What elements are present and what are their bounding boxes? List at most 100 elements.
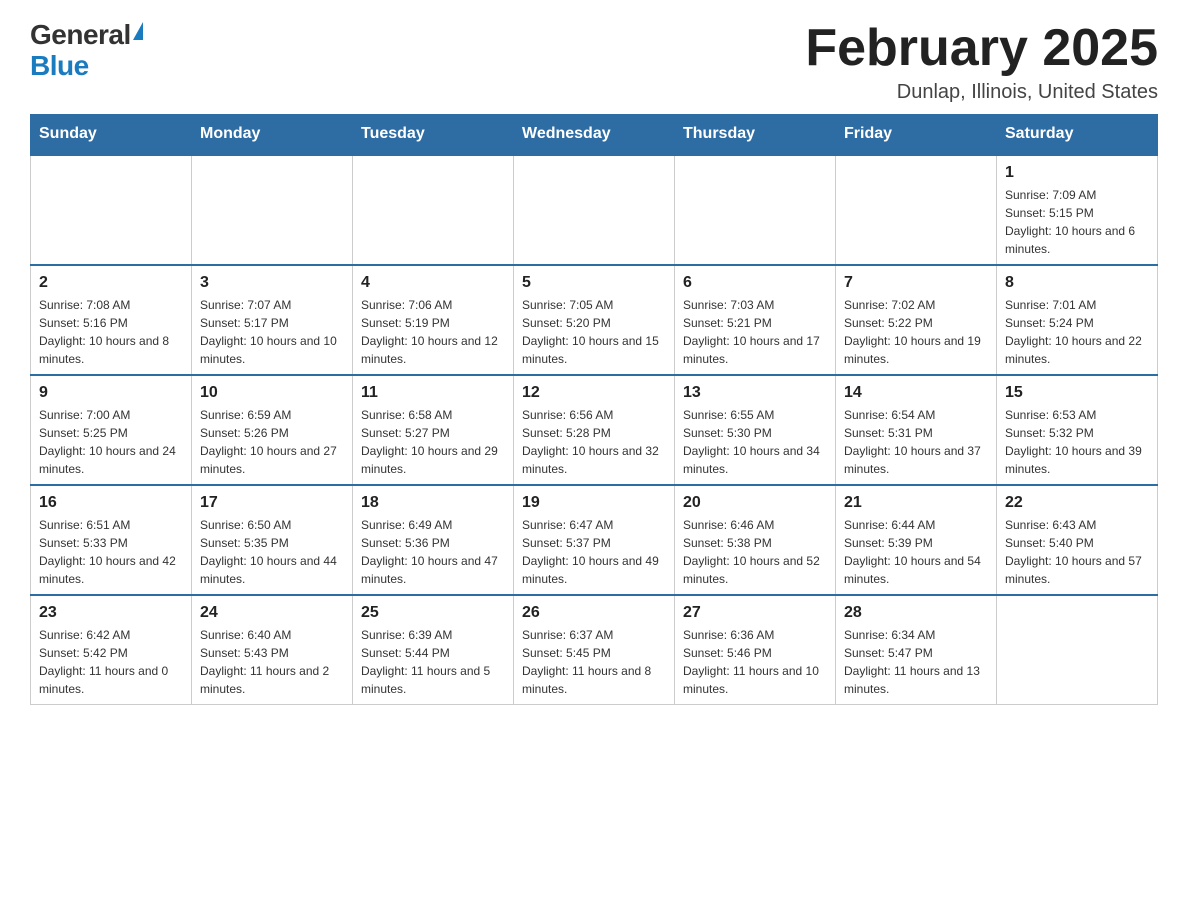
calendar-cell: 10 Sunrise: 6:59 AM Sunset: 5:26 PM Dayli… xyxy=(192,375,353,485)
day-number: 5 xyxy=(522,274,666,292)
calendar-cell xyxy=(353,155,514,266)
calendar-cell: 23Sunrise: 6:42 AM Sunset: 5:42 PM Dayli… xyxy=(31,595,192,705)
day-number: 14 xyxy=(844,384,988,402)
calendar-week-row: 16 Sunrise: 6:51 AM Sunset: 5:33 PM Dayli… xyxy=(31,485,1158,595)
day-info: Sunrise: 6:56 AM Sunset: 5:28 PM Dayligh… xyxy=(522,406,666,478)
day-number: 22 xyxy=(1005,494,1149,512)
calendar-cell: 27 Sunrise: 6:36 AM Sunset: 5:46 PM Dayli… xyxy=(675,595,836,705)
day-info: Sunrise: 6:55 AM Sunset: 5:30 PM Dayligh… xyxy=(683,406,827,478)
day-info: Sunrise: 7:06 AM Sunset: 5:19 PM Dayligh… xyxy=(361,296,505,368)
day-number: 8 xyxy=(1005,274,1149,292)
calendar-cell: 14 Sunrise: 6:54 AM Sunset: 5:31 PM Dayli… xyxy=(836,375,997,485)
calendar-table: SundayMondayTuesdayWednesdayThursdayFrid… xyxy=(30,114,1158,705)
day-info: Sunrise: 6:59 AM Sunset: 5:26 PM Dayligh… xyxy=(200,406,344,478)
calendar-cell xyxy=(997,595,1158,705)
calendar-week-row: 9 Sunrise: 7:00 AM Sunset: 5:25 PM Daylig… xyxy=(31,375,1158,485)
calendar-cell xyxy=(192,155,353,266)
day-number: 26 xyxy=(522,604,666,622)
calendar-cell: 24 Sunrise: 6:40 AM Sunset: 5:43 PM Dayli… xyxy=(192,595,353,705)
day-number: 3 xyxy=(200,274,344,292)
calendar-cell xyxy=(31,155,192,266)
calendar-cell: 15Sunrise: 6:53 AM Sunset: 5:32 PM Dayli… xyxy=(997,375,1158,485)
day-info: Sunrise: 6:39 AM Sunset: 5:44 PM Dayligh… xyxy=(361,626,505,698)
calendar-cell: 12Sunrise: 6:56 AM Sunset: 5:28 PM Dayli… xyxy=(514,375,675,485)
day-info: Sunrise: 6:37 AM Sunset: 5:45 PM Dayligh… xyxy=(522,626,666,698)
calendar-week-row: 1Sunrise: 7:09 AM Sunset: 5:15 PM Daylig… xyxy=(31,155,1158,266)
day-info: Sunrise: 6:36 AM Sunset: 5:46 PM Dayligh… xyxy=(683,626,827,698)
calendar-cell: 8 Sunrise: 7:01 AM Sunset: 5:24 PM Daylig… xyxy=(997,265,1158,375)
calendar-cell: 5 Sunrise: 7:05 AM Sunset: 5:20 PM Daylig… xyxy=(514,265,675,375)
day-info: Sunrise: 6:51 AM Sunset: 5:33 PM Dayligh… xyxy=(39,516,183,588)
day-info: Sunrise: 6:53 AM Sunset: 5:32 PM Dayligh… xyxy=(1005,406,1149,478)
day-info: Sunrise: 7:01 AM Sunset: 5:24 PM Dayligh… xyxy=(1005,296,1149,368)
day-info: Sunrise: 7:05 AM Sunset: 5:20 PM Dayligh… xyxy=(522,296,666,368)
calendar-header-monday: Monday xyxy=(192,115,353,155)
day-info: Sunrise: 6:34 AM Sunset: 5:47 PM Dayligh… xyxy=(844,626,988,698)
logo-blue-text: Blue xyxy=(30,51,89,82)
day-number: 6 xyxy=(683,274,827,292)
calendar-cell: 28 Sunrise: 6:34 AM Sunset: 5:47 PM Dayli… xyxy=(836,595,997,705)
calendar-header-friday: Friday xyxy=(836,115,997,155)
day-info: Sunrise: 7:00 AM Sunset: 5:25 PM Dayligh… xyxy=(39,406,183,478)
day-number: 19 xyxy=(522,494,666,512)
calendar-cell xyxy=(675,155,836,266)
day-info: Sunrise: 6:49 AM Sunset: 5:36 PM Dayligh… xyxy=(361,516,505,588)
day-info: Sunrise: 6:40 AM Sunset: 5:43 PM Dayligh… xyxy=(200,626,344,698)
day-info: Sunrise: 6:44 AM Sunset: 5:39 PM Dayligh… xyxy=(844,516,988,588)
day-info: Sunrise: 6:47 AM Sunset: 5:37 PM Dayligh… xyxy=(522,516,666,588)
day-info: Sunrise: 6:46 AM Sunset: 5:38 PM Dayligh… xyxy=(683,516,827,588)
calendar-week-row: 23Sunrise: 6:42 AM Sunset: 5:42 PM Dayli… xyxy=(31,595,1158,705)
day-number: 21 xyxy=(844,494,988,512)
logo-triangle-icon xyxy=(133,22,143,40)
calendar-header-row: SundayMondayTuesdayWednesdayThursdayFrid… xyxy=(31,115,1158,155)
calendar-cell: 20 Sunrise: 6:46 AM Sunset: 5:38 PM Dayli… xyxy=(675,485,836,595)
day-number: 27 xyxy=(683,604,827,622)
calendar-header-thursday: Thursday xyxy=(675,115,836,155)
day-number: 18 xyxy=(361,494,505,512)
calendar-cell: 17Sunrise: 6:50 AM Sunset: 5:35 PM Dayli… xyxy=(192,485,353,595)
calendar-cell: 6 Sunrise: 7:03 AM Sunset: 5:21 PM Daylig… xyxy=(675,265,836,375)
calendar-week-row: 2 Sunrise: 7:08 AM Sunset: 5:16 PM Daylig… xyxy=(31,265,1158,375)
calendar-cell: 18 Sunrise: 6:49 AM Sunset: 5:36 PM Dayli… xyxy=(353,485,514,595)
day-info: Sunrise: 6:54 AM Sunset: 5:31 PM Dayligh… xyxy=(844,406,988,478)
calendar-header-tuesday: Tuesday xyxy=(353,115,514,155)
calendar-cell: 7 Sunrise: 7:02 AM Sunset: 5:22 PM Daylig… xyxy=(836,265,997,375)
day-number: 13 xyxy=(683,384,827,402)
calendar-cell: 26 Sunrise: 6:37 AM Sunset: 5:45 PM Dayli… xyxy=(514,595,675,705)
month-title: February 2025 xyxy=(805,20,1158,77)
day-number: 4 xyxy=(361,274,505,292)
calendar-cell: 22 Sunrise: 6:43 AM Sunset: 5:40 PM Dayli… xyxy=(997,485,1158,595)
day-info: Sunrise: 7:03 AM Sunset: 5:21 PM Dayligh… xyxy=(683,296,827,368)
day-number: 20 xyxy=(683,494,827,512)
calendar-cell: 3 Sunrise: 7:07 AM Sunset: 5:17 PM Daylig… xyxy=(192,265,353,375)
calendar-cell: 11 Sunrise: 6:58 AM Sunset: 5:27 PM Dayli… xyxy=(353,375,514,485)
day-info: Sunrise: 7:09 AM Sunset: 5:15 PM Dayligh… xyxy=(1005,186,1149,258)
logo-general-text: General xyxy=(30,20,131,51)
day-number: 16 xyxy=(39,494,183,512)
calendar-cell: 4 Sunrise: 7:06 AM Sunset: 5:19 PM Daylig… xyxy=(353,265,514,375)
calendar-header-saturday: Saturday xyxy=(997,115,1158,155)
day-info: Sunrise: 7:08 AM Sunset: 5:16 PM Dayligh… xyxy=(39,296,183,368)
calendar-cell: 2 Sunrise: 7:08 AM Sunset: 5:16 PM Daylig… xyxy=(31,265,192,375)
day-number: 11 xyxy=(361,384,505,402)
day-info: Sunrise: 7:02 AM Sunset: 5:22 PM Dayligh… xyxy=(844,296,988,368)
day-info: Sunrise: 6:58 AM Sunset: 5:27 PM Dayligh… xyxy=(361,406,505,478)
day-number: 28 xyxy=(844,604,988,622)
day-number: 24 xyxy=(200,604,344,622)
day-number: 9 xyxy=(39,384,183,402)
calendar-header-sunday: Sunday xyxy=(31,115,192,155)
day-info: Sunrise: 6:42 AM Sunset: 5:42 PM Dayligh… xyxy=(39,626,183,698)
calendar-header-wednesday: Wednesday xyxy=(514,115,675,155)
day-number: 17 xyxy=(200,494,344,512)
calendar-cell: 1Sunrise: 7:09 AM Sunset: 5:15 PM Daylig… xyxy=(997,155,1158,266)
calendar-cell: 21 Sunrise: 6:44 AM Sunset: 5:39 PM Dayli… xyxy=(836,485,997,595)
day-number: 7 xyxy=(844,274,988,292)
day-number: 10 xyxy=(200,384,344,402)
calendar-cell: 19 Sunrise: 6:47 AM Sunset: 5:37 PM Dayli… xyxy=(514,485,675,595)
day-info: Sunrise: 7:07 AM Sunset: 5:17 PM Dayligh… xyxy=(200,296,344,368)
day-info: Sunrise: 6:43 AM Sunset: 5:40 PM Dayligh… xyxy=(1005,516,1149,588)
day-number: 25 xyxy=(361,604,505,622)
logo: General Blue xyxy=(30,20,143,82)
day-number: 2 xyxy=(39,274,183,292)
calendar-cell: 16 Sunrise: 6:51 AM Sunset: 5:33 PM Dayli… xyxy=(31,485,192,595)
